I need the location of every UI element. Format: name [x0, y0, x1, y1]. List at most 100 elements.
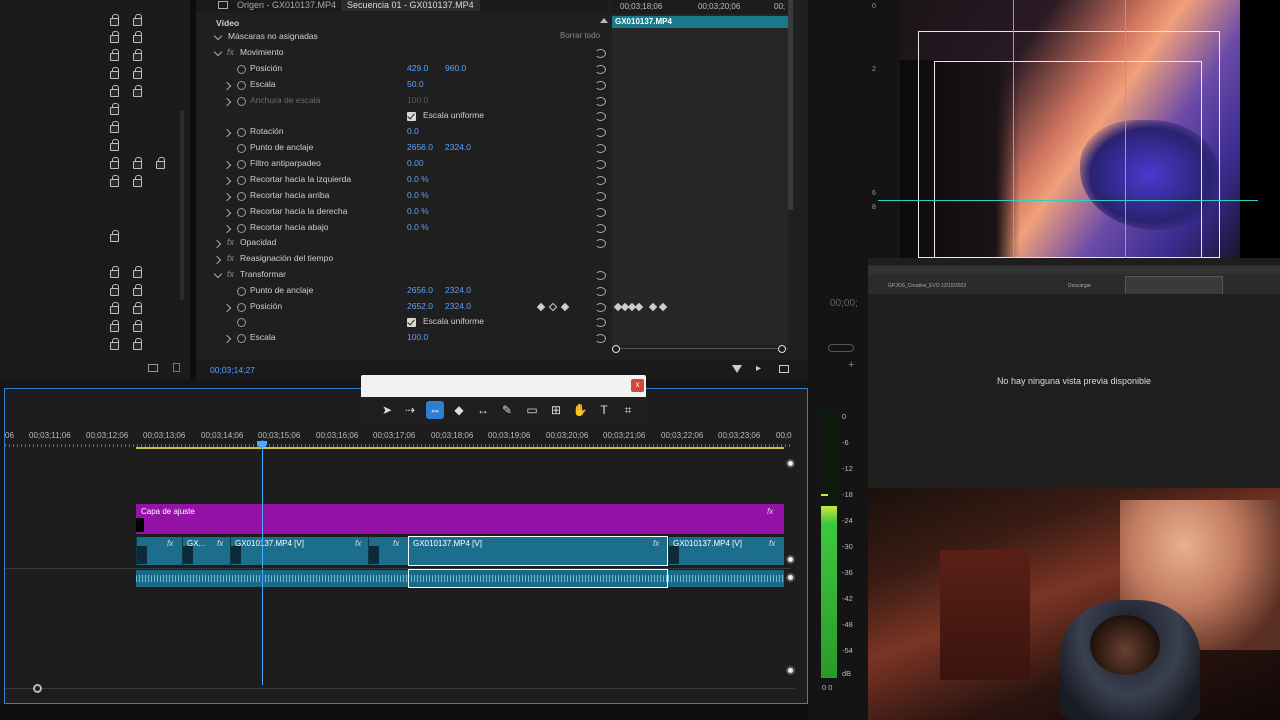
- track-scroll-handle[interactable]: [786, 459, 795, 468]
- property-value[interactable]: 0.0: [407, 126, 419, 136]
- selection-tool-icon[interactable]: ➤: [378, 401, 396, 419]
- lock-icon[interactable]: [133, 338, 142, 350]
- property-value[interactable]: 0.0 %: [407, 222, 429, 232]
- property-value[interactable]: 2656.0: [407, 142, 433, 152]
- stopwatch-icon[interactable]: [237, 176, 246, 185]
- audio-clip[interactable]: [668, 570, 784, 587]
- tab-sequence[interactable]: Secuencia 01 - GX010137.MP4: [341, 0, 480, 11]
- stopwatch-icon[interactable]: [237, 160, 246, 169]
- lock-icon[interactable]: [156, 157, 165, 169]
- reset-icon[interactable]: [595, 176, 606, 185]
- stopwatch-icon[interactable]: [237, 208, 246, 217]
- reset-icon[interactable]: [595, 65, 606, 74]
- keyframe-area[interactable]: [612, 0, 788, 345]
- lock-icon[interactable]: [110, 103, 119, 115]
- track-scroll-handle[interactable]: [786, 573, 795, 582]
- browser-address-bar[interactable]: [868, 266, 1280, 274]
- property-value[interactable]: 100.0: [407, 95, 428, 105]
- captions-tool-icon[interactable]: ⌗: [619, 401, 637, 419]
- lock-icon[interactable]: [133, 302, 142, 314]
- zoom-slider[interactable]: [828, 344, 854, 352]
- stopwatch-icon[interactable]: [237, 144, 246, 153]
- stopwatch-icon[interactable]: [237, 65, 246, 74]
- lock-icon[interactable]: [110, 230, 119, 242]
- lock-icon[interactable]: [133, 67, 142, 79]
- adjustment-layer-clip[interactable]: [136, 504, 784, 534]
- stopwatch-icon[interactable]: [237, 318, 246, 327]
- lock-icon[interactable]: [110, 284, 119, 296]
- property-value[interactable]: 50.0: [407, 79, 424, 89]
- clear-all-button[interactable]: Borrar todo: [560, 31, 600, 40]
- timeline-hscroll-track[interactable]: [5, 688, 795, 689]
- tools-panel-titlebar[interactable]: [361, 375, 646, 397]
- property-value[interactable]: 0.0 %: [407, 206, 429, 216]
- reset-icon[interactable]: [595, 81, 606, 90]
- lock-icon[interactable]: [110, 157, 119, 169]
- tab-source[interactable]: Origen - GX010137.MP4: [231, 0, 342, 11]
- stopwatch-icon[interactable]: [237, 224, 246, 233]
- uniform-scale-checkbox[interactable]: [407, 318, 416, 327]
- lock-icon[interactable]: [110, 31, 119, 43]
- reset-icon[interactable]: [595, 239, 606, 248]
- razor-tool-icon[interactable]: ◆: [450, 401, 468, 419]
- property-value[interactable]: 2324.0: [445, 285, 471, 295]
- audio-clip[interactable]: [136, 570, 408, 587]
- reset-icon[interactable]: [595, 112, 606, 121]
- reset-icon[interactable]: [595, 303, 606, 312]
- lock-icon[interactable]: [110, 320, 119, 332]
- lock-icon[interactable]: [133, 157, 142, 169]
- reset-icon[interactable]: [595, 334, 606, 343]
- track-scroll-handle[interactable]: [786, 666, 795, 675]
- property-value[interactable]: 960.0: [445, 63, 466, 73]
- playhead-line[interactable]: [262, 440, 263, 685]
- lock-icon[interactable]: [110, 338, 119, 350]
- crop-tool-icon[interactable]: ⊞: [547, 401, 565, 419]
- project-scrollbar[interactable]: [180, 110, 184, 300]
- property-value[interactable]: 429.0: [407, 63, 428, 73]
- effect-controls-hscroll[interactable]: [612, 345, 788, 353]
- ripple-edit-tool-icon[interactable]: ⇔: [426, 401, 444, 419]
- lock-icon[interactable]: [133, 320, 142, 332]
- video-clip[interactable]: GX010137.MP4 [V] fx: [668, 537, 784, 565]
- pen-tool-icon[interactable]: ✎: [498, 401, 516, 419]
- delete-icon[interactable]: [173, 363, 180, 372]
- reset-icon[interactable]: [595, 287, 606, 296]
- property-value[interactable]: 0.0 %: [407, 190, 429, 200]
- work-area-bar[interactable]: [136, 447, 784, 449]
- reset-icon[interactable]: [595, 97, 606, 106]
- property-value[interactable]: 2656.0: [407, 285, 433, 295]
- close-button[interactable]: x: [631, 379, 644, 392]
- export-icon[interactable]: [779, 365, 789, 373]
- slip-tool-icon[interactable]: ↔: [474, 401, 492, 419]
- property-value[interactable]: 2324.0: [445, 142, 471, 152]
- lock-icon[interactable]: [110, 67, 119, 79]
- lock-icon[interactable]: [133, 175, 142, 187]
- fx-icon[interactable]: fx: [227, 253, 234, 263]
- lock-icon[interactable]: [133, 266, 142, 278]
- track-select-tool-icon[interactable]: ⇢: [401, 401, 419, 419]
- hand-tool-icon[interactable]: ✋: [571, 401, 589, 419]
- fx-icon[interactable]: fx: [227, 237, 234, 247]
- lock-icon[interactable]: [110, 85, 119, 97]
- track-scroll-handle[interactable]: [786, 555, 795, 564]
- lock-icon[interactable]: [110, 49, 119, 61]
- uniform-scale-checkbox[interactable]: [407, 112, 416, 121]
- reset-icon[interactable]: [595, 49, 606, 58]
- reset-icon[interactable]: [595, 208, 606, 217]
- stopwatch-icon[interactable]: [237, 97, 246, 106]
- filter-icon[interactable]: [732, 365, 742, 373]
- reset-icon[interactable]: [595, 318, 606, 327]
- stopwatch-icon[interactable]: [237, 303, 246, 312]
- reset-icon[interactable]: [595, 192, 606, 201]
- lock-icon[interactable]: [110, 121, 119, 133]
- lock-icon[interactable]: [110, 266, 119, 278]
- property-value[interactable]: 100.0: [407, 332, 428, 342]
- stopwatch-icon[interactable]: [237, 128, 246, 137]
- video-clip[interactable]: GX010137.MP4 [V] fx: [230, 537, 368, 565]
- reset-icon[interactable]: [595, 271, 606, 280]
- lock-icon[interactable]: [110, 14, 119, 26]
- fx-icon[interactable]: fx: [227, 269, 234, 279]
- timeline-zoom-handle[interactable]: [33, 684, 42, 693]
- lock-icon[interactable]: [133, 49, 142, 61]
- mini-scroll-v[interactable]: [788, 0, 793, 210]
